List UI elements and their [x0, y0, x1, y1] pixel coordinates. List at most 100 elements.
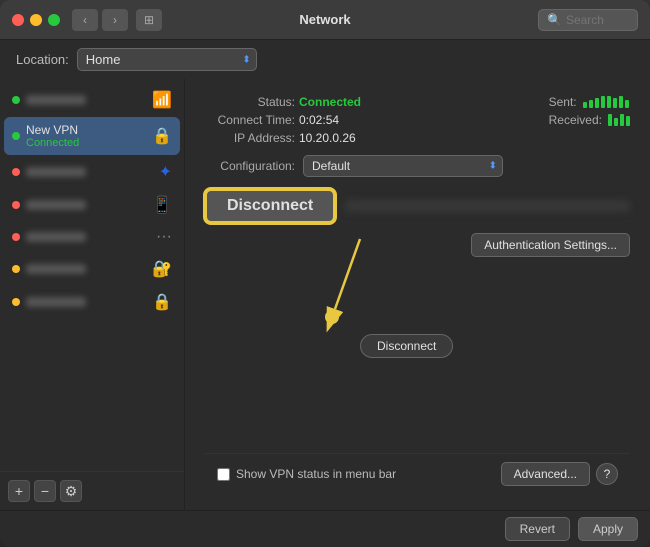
sidebar-bottom: + − ⚙ [0, 471, 184, 510]
status-label: Status: [205, 95, 295, 109]
disconnect-row: Disconnect [205, 189, 630, 223]
item-text [26, 93, 148, 108]
title-bar: ‹ › ⊞ Network 🔍 [0, 0, 650, 40]
add-network-button[interactable]: + [8, 480, 30, 502]
forward-button[interactable]: › [102, 9, 128, 31]
blurred-field-2 [345, 208, 630, 210]
nav-buttons: ‹ › [72, 9, 128, 31]
bluetooth-icon: ✦ [159, 162, 172, 182]
sidebar-item-1[interactable]: 📶 [4, 84, 180, 116]
sidebar-item-4[interactable]: 📱 [4, 189, 180, 221]
ip-value: 10.20.0.26 [299, 131, 356, 145]
ip-label: IP Address: [205, 131, 295, 145]
right-status: Sent: Received: [549, 95, 630, 145]
traffic-lights [12, 14, 60, 26]
phone-icon: 📱 [152, 195, 172, 215]
right-panel: Status: Connected Connect Time: 0:02:54 … [185, 79, 650, 510]
blurred-fields [345, 202, 630, 210]
blurred-field-1 [345, 202, 630, 204]
status-row: Status: Connected [205, 95, 361, 109]
sent-label: Sent: [549, 95, 577, 109]
sidebar-item-5[interactable]: ··· [4, 222, 180, 252]
bottom-bar: Show VPN status in menu bar Advanced... … [205, 453, 630, 494]
location-select-wrap: Home [77, 48, 257, 71]
item-text-4 [26, 198, 148, 213]
status-dot-yellow-2 [12, 298, 20, 306]
show-vpn-label: Show VPN status in menu bar [236, 467, 396, 481]
sidebar: 📶 New VPN Connected 🔒 [0, 79, 185, 510]
status-dot-red-2 [12, 201, 20, 209]
sidebar-item-6[interactable]: 🔐 [4, 253, 180, 285]
main-content: 📶 New VPN Connected 🔒 [0, 79, 650, 510]
received-bars [608, 114, 630, 126]
checkbox-row: Show VPN status in menu bar [217, 467, 493, 481]
location-select[interactable]: Home [77, 48, 257, 71]
location-label: Location: [16, 52, 69, 67]
search-icon: 🔍 [547, 13, 562, 27]
network-window: ‹ › ⊞ Network 🔍 Location: Home [0, 0, 650, 547]
vpn2-icon: 🔐 [152, 259, 172, 279]
gear-button[interactable]: ⚙ [60, 480, 82, 502]
back-button[interactable]: ‹ [72, 9, 98, 31]
blurred-name-5 [26, 232, 86, 242]
auth-row: Authentication Settings... [205, 233, 630, 257]
spacer [205, 269, 630, 453]
blurred-name [26, 95, 86, 105]
minimize-button[interactable] [30, 14, 42, 26]
status-dot-green-2 [12, 132, 20, 140]
item-name-vpn: New VPN [26, 123, 148, 137]
config-select[interactable]: Default [303, 155, 503, 177]
sent-row: Sent: [549, 95, 629, 109]
remove-network-button[interactable]: − [34, 480, 56, 502]
dots-icon: ··· [156, 228, 172, 246]
wifi-icon: 📶 [152, 90, 172, 110]
blurred-name-3 [26, 167, 86, 177]
config-row: Configuration: Default [205, 155, 630, 177]
received-row: Received: [549, 113, 630, 127]
item-subtitle-vpn: Connected [26, 137, 148, 149]
left-status: Status: Connected Connect Time: 0:02:54 … [205, 95, 361, 145]
connect-time-row: Connect Time: 0:02:54 [205, 113, 361, 127]
status-dot-yellow [12, 265, 20, 273]
advanced-button[interactable]: Advanced... [501, 462, 590, 486]
disconnect-callout-wrap: Disconnect [360, 334, 453, 358]
sidebar-item-3[interactable]: ✦ [4, 156, 180, 188]
blurred-name-7 [26, 297, 86, 307]
blurred-name-6 [26, 264, 86, 274]
sent-bars [583, 96, 629, 108]
show-vpn-checkbox[interactable] [217, 468, 230, 481]
lock2-icon: 🔒 [152, 292, 172, 312]
blurred-name-4 [26, 200, 86, 210]
config-select-wrap: Default [303, 155, 503, 177]
item-text-6 [26, 262, 148, 277]
revert-button[interactable]: Revert [505, 517, 570, 541]
status-value: Connected [299, 95, 361, 109]
window-title: Network [299, 12, 350, 27]
sidebar-item-vpn[interactable]: New VPN Connected 🔒 [4, 117, 180, 155]
status-section: Status: Connected Connect Time: 0:02:54 … [205, 95, 630, 145]
grid-button[interactable]: ⊞ [136, 9, 162, 31]
disconnect-button[interactable]: Disconnect [205, 189, 335, 223]
status-dot-red [12, 168, 20, 176]
ip-row: IP Address: 10.20.0.26 [205, 131, 361, 145]
maximize-button[interactable] [48, 14, 60, 26]
item-text-5 [26, 230, 152, 245]
connect-time-label: Connect Time: [205, 113, 295, 127]
status-dot-green [12, 96, 20, 104]
item-text-3 [26, 165, 155, 180]
location-bar: Location: Home [0, 40, 650, 79]
config-label: Configuration: [205, 159, 295, 173]
connect-time-value: 0:02:54 [299, 113, 339, 127]
bottom-right-buttons: Advanced... ? [501, 462, 618, 486]
status-dot-red-3 [12, 233, 20, 241]
help-button[interactable]: ? [596, 463, 618, 485]
search-box[interactable]: 🔍 [538, 9, 638, 31]
item-text-vpn: New VPN Connected [26, 123, 148, 149]
item-text-7 [26, 295, 148, 310]
disconnect-callout-button[interactable]: Disconnect [360, 334, 453, 358]
auth-settings-button[interactable]: Authentication Settings... [471, 233, 630, 257]
search-input[interactable] [566, 13, 636, 27]
apply-button[interactable]: Apply [578, 517, 638, 541]
sidebar-item-7[interactable]: 🔒 [4, 286, 180, 318]
close-button[interactable] [12, 14, 24, 26]
